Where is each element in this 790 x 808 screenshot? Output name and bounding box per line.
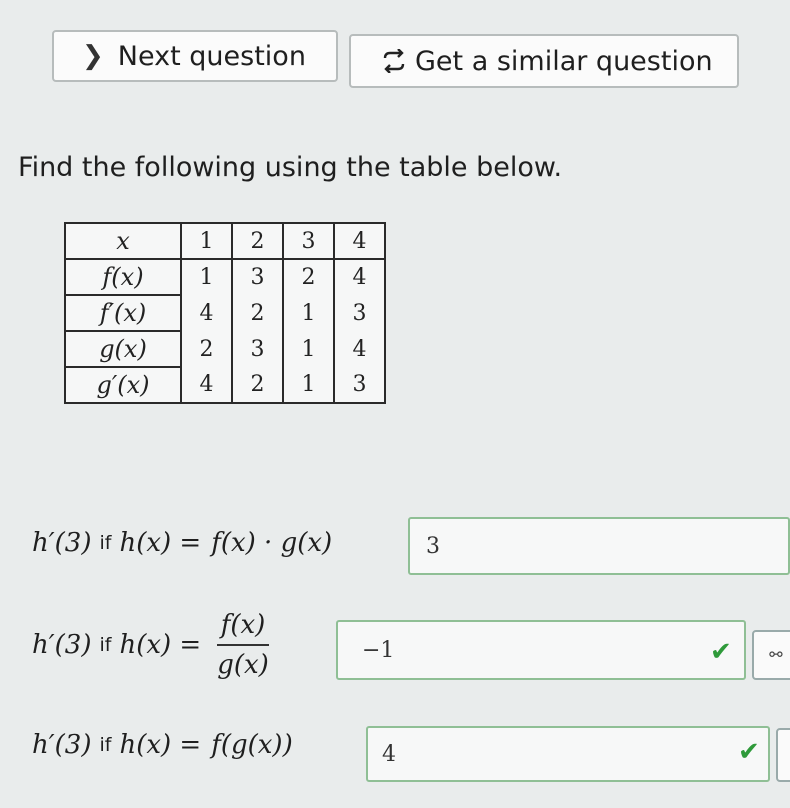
- similar-question-label: Get a similar question: [415, 45, 713, 77]
- answer-value: 4: [382, 741, 396, 767]
- link-icon: ⚯: [769, 645, 783, 664]
- question-expression: f(x) · g(x): [211, 528, 333, 558]
- chevron-right-icon: ❯: [82, 41, 104, 71]
- row-label: g(x): [65, 331, 182, 368]
- table-cell: 1: [283, 295, 335, 331]
- header-label: x: [65, 223, 182, 260]
- question-lhs: h′(3): [32, 730, 92, 760]
- keyboard-toggle-button[interactable]: [776, 728, 790, 782]
- question-if: if: [99, 532, 112, 554]
- table-cell: 2: [181, 331, 233, 367]
- table-cell: 1: [283, 367, 335, 403]
- fraction-denominator: g(x): [217, 650, 269, 680]
- header-cell: 2: [232, 223, 284, 260]
- similar-question-button[interactable]: Get a similar question: [349, 34, 739, 88]
- answer-value: −1: [362, 637, 395, 663]
- table-cell: 2: [232, 367, 284, 403]
- table-header-row: x 1 2 3 4: [65, 223, 385, 260]
- correct-check-icon: ✔: [710, 637, 732, 667]
- table-cell: 2: [232, 295, 284, 331]
- answer-input-quotient[interactable]: −1: [336, 620, 746, 680]
- cycle-arrows-icon: [383, 49, 405, 73]
- table-cell: 3: [352, 372, 367, 397]
- question-product: h′(3) if h(x) = f(x) · g(x): [32, 528, 332, 558]
- question-expression: f(g(x)): [211, 730, 293, 760]
- correct-check-icon: ✔: [738, 737, 760, 767]
- answer-value: 3: [426, 533, 440, 559]
- fraction-numerator: f(x): [216, 610, 270, 646]
- table-row: g(x) 2 3 1 4: [65, 331, 385, 368]
- function-value-table: x 1 2 3 4 f(x) 1 3 2 4 f′(x) 4 2 1 3 g(x…: [64, 222, 386, 404]
- table-cell: 1: [283, 331, 335, 367]
- next-question-label: Next question: [117, 40, 306, 72]
- row-label: g′(x): [65, 367, 182, 404]
- question-if: if: [99, 734, 112, 756]
- answer-input-product[interactable]: 3: [408, 517, 790, 575]
- keyboard-toggle-button[interactable]: ⚯: [752, 630, 790, 680]
- question-if: if: [99, 634, 112, 656]
- table-cell: 3: [352, 300, 367, 326]
- quotient-fraction: f(x) g(x): [213, 610, 273, 680]
- table-cell: 4: [181, 367, 233, 403]
- row-label: f′(x): [65, 295, 182, 332]
- table-cell: 4: [352, 265, 367, 290]
- question-lhs: h′(3): [32, 630, 92, 660]
- row-label: f(x): [65, 259, 182, 296]
- question-quotient: h′(3) if h(x) = f(x) g(x): [32, 610, 273, 680]
- table-cell: 4: [352, 336, 367, 362]
- table-cell: 3: [232, 259, 284, 295]
- instructions: Find the following using the table below…: [18, 152, 563, 183]
- question-composition: h′(3) if h(x) = f(g(x)): [32, 730, 293, 760]
- table-cell: 1: [181, 259, 233, 295]
- question-hx: h(x) =: [119, 730, 202, 760]
- table-row: g′(x) 4 2 1 3: [65, 367, 385, 404]
- table-cell: 2: [283, 259, 335, 295]
- answer-input-composition[interactable]: 4: [366, 726, 770, 782]
- question-hx: h(x) =: [119, 630, 202, 660]
- header-cell: 3: [283, 223, 335, 260]
- question-lhs: h′(3): [32, 528, 92, 558]
- question-hx: h(x) =: [119, 528, 202, 558]
- header-cell: 4: [334, 223, 385, 260]
- next-question-button[interactable]: ❯ Next question: [52, 30, 338, 82]
- table-row: f(x) 1 3 2 4: [65, 259, 385, 296]
- table-row: f′(x) 4 2 1 3: [65, 295, 385, 332]
- header-cell: 1: [181, 223, 233, 260]
- table-cell: 4: [181, 295, 233, 331]
- table-cell: 3: [232, 331, 284, 367]
